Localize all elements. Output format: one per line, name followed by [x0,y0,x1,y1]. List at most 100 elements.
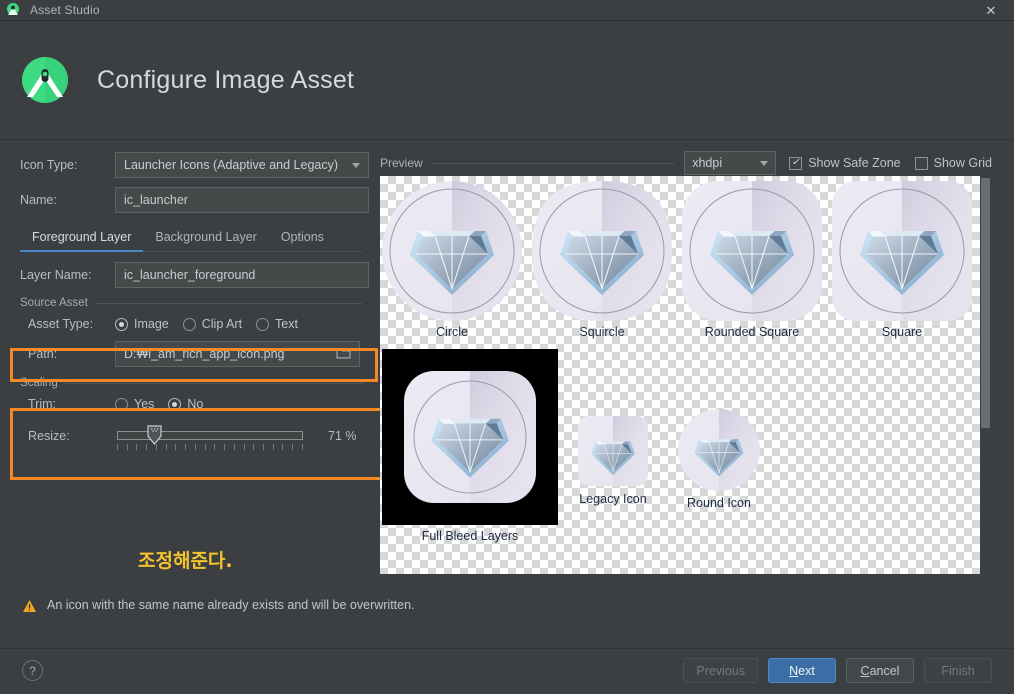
path-row: Path: D:₩i_am_rich_app_icon.png [0,341,378,367]
page-title: Configure Image Asset [97,65,355,94]
resize-row: Resize: 71 % [0,423,378,450]
icon-preview-squircle [532,181,672,321]
name-value: ic_launcher [124,193,188,207]
scaling-group: Scaling [20,377,362,389]
icon-type-select[interactable]: Launcher Icons (Adaptive and Legacy) [115,152,369,178]
icon-preview-circle [382,181,522,321]
layer-name-input[interactable]: ic_launcher_foreground [115,262,369,288]
android-logo-icon [20,55,70,105]
preview-item-squircle: Squircle [532,181,672,339]
slider-track [117,431,303,440]
trim-yes-label: Yes [134,397,155,411]
icon-type-label: Icon Type: [20,158,78,172]
asset-type-image-label: Image [134,317,169,331]
preview-item-legacy: Legacy Icon [576,414,650,506]
folder-icon[interactable] [336,347,351,362]
resize-label: Resize: [28,429,70,443]
korean-annotation: 조정해준다. [138,550,233,572]
scrollbar-thumb[interactable] [981,178,990,428]
finish-button[interactable]: Finish [924,658,992,683]
group-divider [94,302,362,304]
icon-type-value: Launcher Icons (Adaptive and Legacy) [124,158,339,172]
dialog-body: Icon Type: Launcher Icons (Adaptive and … [0,140,1014,586]
preview-scrollbar[interactable] [980,176,990,574]
cancel-button[interactable]: Cancel [846,658,914,683]
slider-thumb[interactable] [147,425,162,445]
asset-type-image-radio[interactable]: Image [115,317,169,331]
preview-caption: Rounded Square [704,325,800,339]
footer-buttons: Previous Next Cancel Finish [683,658,992,683]
trim-label: Trim: [28,397,56,411]
name-row: Name: ic_launcher [0,187,378,213]
asset-type-clipart-radio[interactable]: Clip Art [182,317,243,331]
slider-ticks [117,444,303,450]
asset-type-clipart-label: Clip Art [201,317,243,331]
cancel-button-label-rest: ancel [869,663,900,678]
asset-type-row: Asset Type: Image Clip Art Text [0,313,378,335]
resize-slider[interactable] [117,423,303,450]
preview-caption: Legacy Icon [579,492,647,506]
warning-triangle-icon [22,599,37,613]
chevron-down-icon [352,162,360,168]
preview-pane: Preview xhdpi ✓ Show Safe Zone Show Grid [378,140,1014,586]
icon-preview-square [832,181,972,321]
preview-item-circle: Circle [382,181,522,339]
warning-text: An icon with the same name already exist… [47,598,415,612]
preview-item-full-bleed: Full Bleed Layers [382,349,558,543]
preview-item-rounded-square: Rounded Square [682,181,822,339]
window-title: Asset Studio [30,3,100,17]
next-button[interactable]: Next [768,658,836,683]
icon-preview-rounded-square [682,181,822,321]
preview-toolbar: Preview xhdpi ✓ Show Safe Zone Show Grid [378,150,1014,176]
preview-item-square: Square [832,181,972,339]
radio-dot-icon [182,317,196,331]
preview-caption: Square [881,325,923,339]
tab-options[interactable]: Options [269,230,336,251]
checkbox-icon [914,156,928,170]
path-value: D:₩i_am_rich_app_icon.png [124,347,285,361]
group-divider [64,382,362,384]
preview-caption: Full Bleed Layers [421,529,519,543]
radio-dot-icon [115,397,128,411]
preview-label: Preview [380,156,423,170]
asset-type-text-label: Text [275,317,298,331]
preview-divider [430,162,675,164]
close-icon[interactable]: ✕ [968,0,1014,21]
layer-tabs: Foreground Layer Background Layer Option… [20,222,362,252]
show-grid-checkbox[interactable]: Show Grid [914,156,992,170]
density-select[interactable]: xhdpi [684,151,777,175]
name-label: Name: [20,193,57,207]
path-input[interactable]: D:₩i_am_rich_app_icon.png [115,341,360,367]
layer-name-row: Layer Name: ic_launcher_foreground [0,262,378,288]
show-safe-zone-checkbox[interactable]: ✓ Show Safe Zone [789,156,901,170]
next-button-label-rest: ext [798,663,815,678]
trim-yes-radio[interactable]: Yes [115,397,154,411]
preview-caption: Round Icon [687,496,751,510]
icon-preview-round [677,408,761,492]
name-input[interactable]: ic_launcher [115,187,369,213]
preview-caption: Circle [436,325,468,339]
asset-type-text-radio[interactable]: Text [256,317,298,331]
trim-row: Trim: Yes No [0,393,378,415]
radio-dot-icon [256,317,270,331]
icon-type-row: Icon Type: Launcher Icons (Adaptive and … [0,152,378,178]
layer-name-label: Layer Name: [20,268,92,282]
trim-no-radio[interactable]: No [168,397,203,411]
icon-preview-legacy [576,414,650,488]
tab-foreground-layer[interactable]: Foreground Layer [20,230,144,252]
android-studio-icon [5,2,21,18]
help-button[interactable]: ? [22,660,43,681]
tab-background-layer[interactable]: Background Layer [143,230,268,251]
trim-radio-group: Yes No [115,397,203,411]
resize-percent: 71 % [328,429,357,443]
icon-preview-full-bleed [382,349,558,525]
trim-no-label: No [187,397,204,411]
scaling-label: Scaling [20,377,58,389]
path-label: Path: [28,347,58,361]
warning-bar: An icon with the same name already exist… [0,586,1014,648]
show-grid-label: Show Grid [933,156,992,170]
preview-canvas: Circle Squircle Rounded Square Square Fu… [380,176,980,574]
settings-pane: Icon Type: Launcher Icons (Adaptive and … [0,140,384,586]
previous-button[interactable]: Previous [683,658,758,683]
asset-type-radio-group: Image Clip Art Text [115,317,298,331]
